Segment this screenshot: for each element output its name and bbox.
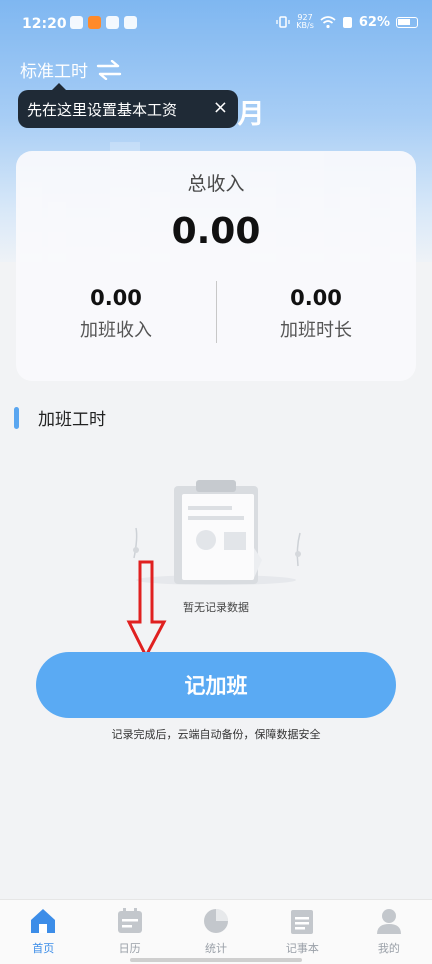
salary-setup-tooltip[interactable]: 先在这里设置基本工资 × [18, 83, 238, 128]
status-time: 12:20 [22, 16, 67, 32]
tab-label: 统计 [205, 942, 228, 955]
tab-home[interactable]: 首页 [0, 900, 86, 964]
notification-icons [70, 16, 137, 29]
work-mode-label: 标准工时 [20, 62, 88, 82]
overtime-income-value: 0.00 [90, 286, 142, 310]
wifi-icon [320, 16, 336, 29]
close-icon[interactable]: × [213, 97, 228, 118]
section-accent-bar [14, 406, 19, 429]
pie-chart-icon [201, 906, 231, 936]
battery-icon [396, 16, 418, 28]
tab-label: 记事本 [285, 942, 319, 955]
tab-label: 我的 [377, 942, 400, 955]
overtime-hours-stat: 0.00 加班时长 [216, 286, 416, 342]
notebook-icon [287, 906, 317, 936]
section-title: 加班工时 [38, 410, 106, 430]
total-income-label: 总收入 [187, 173, 245, 195]
tab-label: 首页 [32, 942, 55, 955]
empty-state-text: 暂无记录数据 [183, 601, 249, 614]
sim-icon [342, 16, 352, 28]
tab-label: 日历 [118, 942, 141, 955]
home-indicator[interactable] [130, 958, 302, 962]
tab-calendar[interactable]: 日历 [86, 900, 172, 964]
bottom-tab-bar: 首页 日历 统计 记事本 我的 [0, 899, 432, 964]
backup-note: 记录完成后，云端自动备份，保障数据安全 [111, 728, 321, 741]
section-header: 加班工时 [14, 405, 106, 430]
app-notification-icon [124, 16, 137, 29]
tooltip-text: 先在这里设置基本工资 [27, 100, 178, 119]
overtime-hours-value: 0.00 [290, 286, 342, 310]
tab-profile[interactable]: 我的 [346, 900, 432, 964]
work-mode-switch[interactable]: 标准工时 [20, 57, 122, 82]
status-bar: 12:20 927 KB/s 62% [0, 0, 432, 50]
overtime-hours-label: 加班时长 [280, 320, 352, 341]
overtime-income-stat: 0.00 加班收入 [16, 286, 216, 342]
app-notification-icon [106, 16, 119, 29]
swap-arrows-icon [96, 59, 122, 80]
tab-statistics[interactable]: 统计 [173, 900, 259, 964]
net-speed: 927 KB/s [296, 13, 314, 30]
app-notification-icon [70, 16, 83, 29]
home-icon [28, 906, 58, 936]
annotation-down-arrow-icon [126, 560, 167, 658]
user-icon [374, 906, 404, 936]
total-income-value: 0.00 [171, 211, 261, 252]
app-notification-icon [88, 16, 101, 29]
calendar-icon [115, 906, 145, 936]
income-summary-card: 总收入 0.00 0.00 加班收入 0.00 加班时长 [16, 151, 416, 381]
tab-notebook[interactable]: 记事本 [259, 900, 345, 964]
battery-percent: 62% [358, 14, 390, 30]
vibrate-icon [276, 16, 290, 28]
record-overtime-button[interactable]: 记加班 [36, 652, 396, 718]
overtime-income-label: 加班收入 [80, 320, 152, 341]
